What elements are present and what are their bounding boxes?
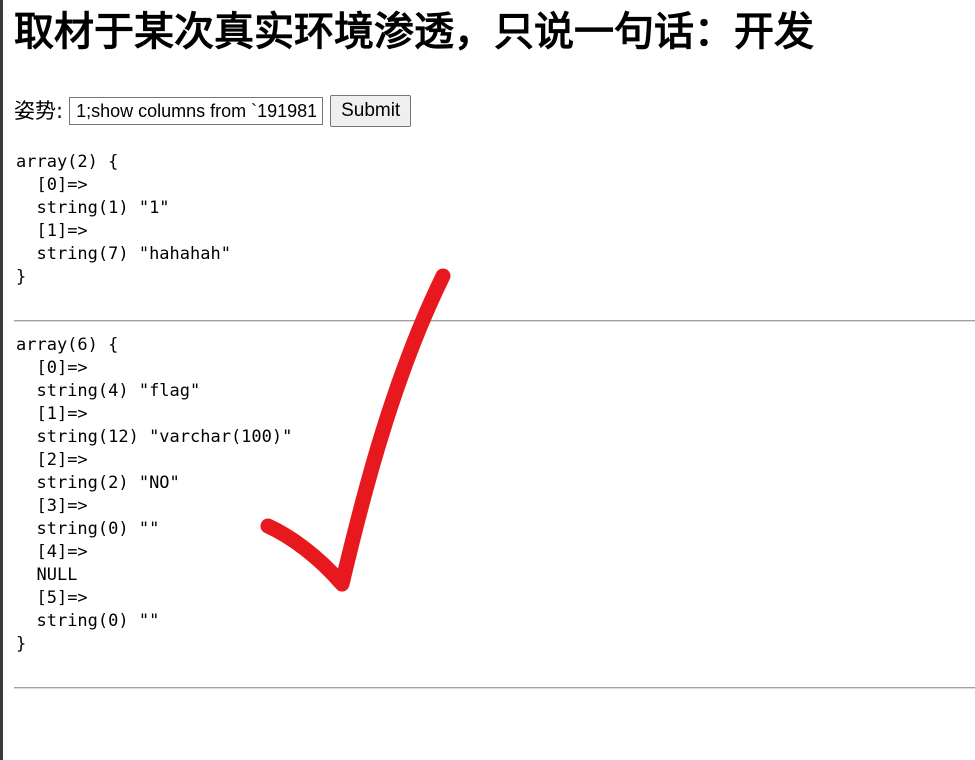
submit-button[interactable]: Submit bbox=[330, 95, 412, 127]
array-value: string(2) "NO" bbox=[36, 473, 180, 493]
array-value: string(7) "hahahah" bbox=[36, 244, 231, 264]
result-block-2: array(6) { [0]=> string(4) "flag" [1]=> … bbox=[16, 334, 292, 656]
query-input[interactable] bbox=[69, 97, 324, 125]
array-value: NULL bbox=[36, 565, 78, 585]
array-index: [4]=> bbox=[36, 542, 88, 562]
array-value: string(0) "" bbox=[36, 519, 160, 539]
checkmark-stroke bbox=[260, 268, 451, 592]
array-value: string(0) "" bbox=[36, 611, 160, 631]
page-title: 取材于某次真实环境渗透，只说一句话：开发 bbox=[14, 9, 814, 55]
query-form: 姿势: Submit bbox=[14, 94, 412, 128]
array-footer: } bbox=[16, 634, 27, 654]
array-index: [0]=> bbox=[36, 358, 88, 378]
array-index: [0]=> bbox=[36, 175, 88, 195]
array-index: [5]=> bbox=[36, 588, 88, 608]
query-label: 姿势: bbox=[14, 99, 64, 123]
array-header: array(6) { bbox=[16, 335, 119, 355]
divider bbox=[14, 687, 975, 689]
array-header: array(2) { bbox=[16, 152, 119, 172]
divider bbox=[14, 320, 975, 322]
array-footer: } bbox=[16, 267, 27, 287]
array-value: string(1) "1" bbox=[36, 198, 170, 218]
array-index: [3]=> bbox=[36, 496, 88, 516]
array-index: [1]=> bbox=[36, 404, 88, 424]
array-index: [2]=> bbox=[36, 450, 88, 470]
array-value: string(12) "varchar(100)" bbox=[36, 427, 293, 447]
array-value: string(4) "flag" bbox=[36, 381, 201, 401]
array-index: [1]=> bbox=[36, 221, 88, 241]
window-left-border bbox=[0, 0, 3, 760]
result-block-1: array(2) { [0]=> string(1) "1" [1]=> str… bbox=[16, 151, 231, 289]
